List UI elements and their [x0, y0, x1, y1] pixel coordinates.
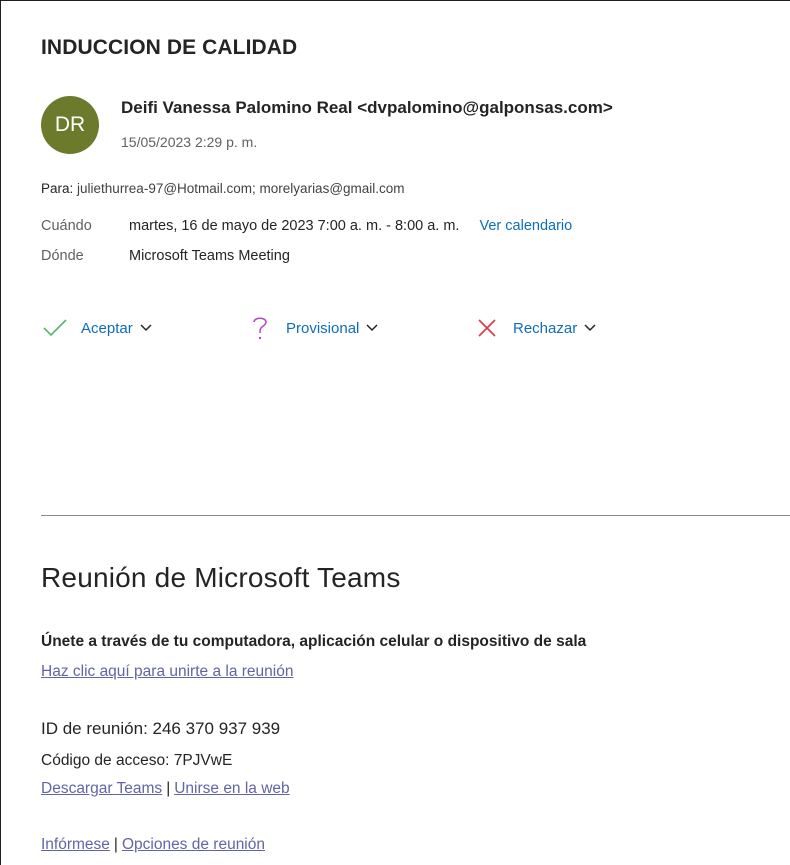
- email-reading-pane: INDUCCION DE CALIDAD DR Deifi Vanessa Pa…: [0, 0, 790, 865]
- passcode-row: Código de acceso: 7PJVwE: [41, 752, 232, 770]
- decline-button[interactable]: Rechazar: [473, 314, 596, 342]
- passcode-value: 7PJVwE: [173, 752, 233, 769]
- when-label: Cuándo: [41, 218, 92, 234]
- when-value: martes, 16 de mayo de 2023 7:00 a. m. - …: [129, 218, 572, 234]
- recipients[interactable]: juliethurrea-97@Hotmail.com; morelyarias…: [73, 181, 405, 196]
- question-mark-icon: [246, 314, 274, 342]
- chevron-down-icon[interactable]: [366, 322, 378, 334]
- to-label: Para:: [41, 181, 74, 196]
- info-links-row: Infórmese | Opciones de reunión: [41, 836, 265, 854]
- sent-date: 15/05/2023 2:29 p. m.: [121, 134, 258, 150]
- tentative-label: Provisional: [286, 319, 360, 337]
- chevron-down-icon[interactable]: [584, 322, 596, 334]
- join-heading: Únete a través de tu computadora, aplica…: [41, 633, 587, 650]
- meeting-id-row: ID de reunión: 246 370 937 939: [41, 719, 280, 739]
- email-subject: INDUCCION DE CALIDAD: [41, 36, 298, 59]
- recipients-line: Para: juliethurrea-97@Hotmail.com; morel…: [41, 181, 405, 196]
- view-calendar-link[interactable]: Ver calendario: [480, 218, 573, 234]
- sender-name[interactable]: Deifi Vanessa Palomino Real <dvpalomino@…: [121, 98, 613, 118]
- where-value: Microsoft Teams Meeting: [129, 248, 290, 264]
- avatar-initials: DR: [54, 113, 86, 136]
- passcode-label: Código de acceso:: [41, 752, 174, 769]
- download-links-row: Descargar Teams | Unirse en la web: [41, 780, 290, 798]
- join-meeting-link-row: Haz clic aquí para unirte a la reunión: [41, 663, 293, 681]
- join-web-link[interactable]: Unirse en la web: [174, 780, 289, 797]
- body-divider: [41, 515, 790, 516]
- teams-meeting-title: Reunión de Microsoft Teams: [41, 562, 401, 593]
- meeting-id-value: 246 370 937 939: [152, 719, 281, 738]
- meeting-options-link[interactable]: Opciones de reunión: [122, 836, 265, 853]
- link-separator: |: [166, 780, 171, 797]
- checkmark-icon: [41, 314, 69, 342]
- meeting-time: martes, 16 de mayo de 2023 7:00 a. m. - …: [129, 218, 460, 234]
- join-meeting-link[interactable]: Haz clic aquí para unirte a la reunión: [41, 663, 293, 680]
- accept-button[interactable]: Aceptar: [41, 314, 152, 342]
- chevron-down-icon[interactable]: [140, 322, 152, 334]
- meeting-id-label: ID de reunión:: [41, 719, 153, 738]
- learn-more-link[interactable]: Infórmese: [41, 836, 110, 853]
- tentative-button[interactable]: Provisional: [246, 314, 378, 342]
- decline-label: Rechazar: [513, 319, 578, 337]
- avatar[interactable]: DR: [41, 96, 99, 154]
- close-icon: [473, 314, 501, 342]
- download-teams-link[interactable]: Descargar Teams: [41, 780, 162, 797]
- where-label: Dónde: [41, 248, 84, 264]
- link-separator: |: [113, 836, 118, 853]
- accept-label: Aceptar: [81, 319, 133, 337]
